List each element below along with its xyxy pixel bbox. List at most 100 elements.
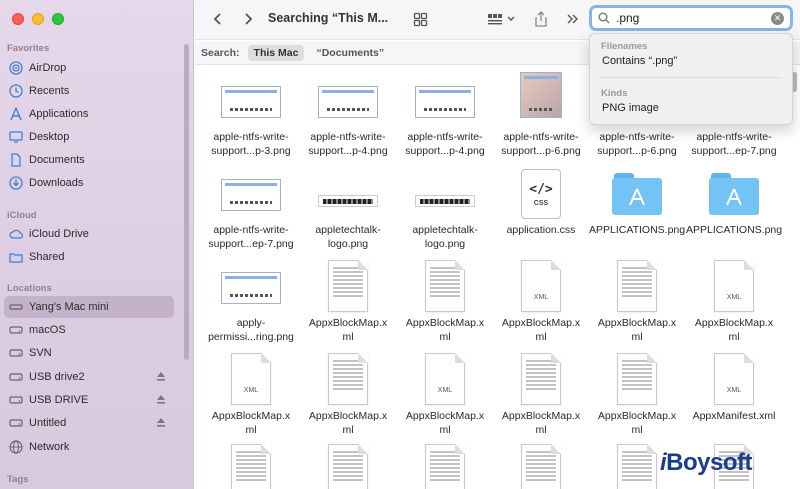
xml-file-icon: XML: [521, 260, 561, 312]
drive-icon: [9, 370, 23, 384]
minimize-window-button[interactable]: [32, 13, 44, 25]
file-name: appletechtalk-logo.png: [315, 224, 381, 250]
file-item[interactable]: [397, 444, 493, 489]
window-controls: [12, 13, 64, 25]
file-thumbnail: XML: [493, 256, 589, 312]
icon-view-button[interactable]: [409, 8, 431, 30]
file-name: apply-permissi...ring.png: [208, 317, 294, 343]
file-name: appletechtalk-logo.png: [412, 224, 478, 250]
drive-icon: [9, 323, 23, 337]
clear-search-icon[interactable]: ✕: [771, 12, 784, 25]
drive-icon: [9, 416, 23, 430]
file-name: apple-ntfs-write-support...ep-7.png: [691, 131, 777, 157]
file-item[interactable]: XML AppxBlockMap.x ml: [203, 349, 299, 437]
file-item[interactable]: apple-ntfs-write-support...p-6.png: [493, 70, 589, 158]
share-icon: [535, 11, 547, 27]
file-item[interactable]: </> CSS application.css: [493, 163, 589, 237]
file-thumbnail: [493, 349, 589, 405]
file-item[interactable]: AppxBlockMap.x ml: [493, 349, 589, 437]
sidebar-section-locations: Locations: [7, 283, 52, 294]
sidebar-item-applications[interactable]: Applications: [4, 103, 174, 125]
file-item[interactable]: [493, 444, 589, 489]
suggestion-kind-png[interactable]: PNG image: [602, 102, 659, 114]
menu-divider: [600, 77, 782, 78]
file-item[interactable]: XML AppxBlockMap.x ml: [493, 256, 589, 344]
scope-documents[interactable]: “Documents”: [310, 45, 390, 61]
share-button[interactable]: [531, 8, 551, 30]
file-item[interactable]: APPLICATIONS.png: [686, 163, 782, 237]
zoom-window-button[interactable]: [52, 13, 64, 25]
xml-file-icon: [328, 444, 368, 489]
file-item[interactable]: APPLICATIONS.png: [589, 163, 685, 237]
shared-folder-icon: [9, 250, 23, 264]
sidebar-item-usb-drive[interactable]: USB DRIVE: [4, 389, 174, 411]
eject-icon[interactable]: [156, 371, 166, 382]
file-thumbnail: [493, 444, 589, 489]
sidebar-item-documents[interactable]: Documents: [4, 149, 174, 171]
sidebar-item-label: AirDrop: [29, 62, 67, 74]
more-toolbar-button[interactable]: [565, 8, 581, 30]
file-name: AppxBlockMap.x ml: [694, 317, 774, 343]
sidebar-item-label: Desktop: [29, 131, 70, 143]
file-item[interactable]: AppxBlockMap.x ml: [300, 256, 396, 344]
file-thumbnail: [300, 349, 396, 405]
forward-button[interactable]: [237, 8, 259, 30]
file-item[interactable]: AppxBlockMap.x ml: [589, 256, 685, 344]
file-item[interactable]: AppxBlockMap.x ml: [300, 349, 396, 437]
sidebar-item-usb-drive2[interactable]: USB drive2: [4, 366, 174, 388]
close-window-button[interactable]: [12, 13, 24, 25]
sidebar-item-label: Yang's Mac mini: [29, 301, 109, 313]
file-item[interactable]: AppxBlockMap.x ml: [589, 349, 685, 437]
scope-this-mac[interactable]: This Mac: [247, 44, 305, 61]
sidebar-item-desktop[interactable]: Desktop: [4, 126, 174, 148]
search-field[interactable]: ✕: [589, 5, 793, 31]
suggestion-header-filenames: Filenames: [601, 41, 648, 52]
xml-file-icon: [617, 353, 657, 405]
file-name: apple-ntfs-write-support...p-6.png: [501, 131, 581, 157]
file-item[interactable]: [203, 444, 299, 489]
sidebar-item-label: Network: [29, 441, 70, 453]
file-thumbnail: [397, 256, 493, 312]
file-item[interactable]: apple-ntfs-write-support...p-4.png: [300, 70, 396, 158]
file-thumbnail: [300, 444, 396, 489]
file-item[interactable]: XML AppxManifest.xml: [686, 349, 782, 423]
sidebar-item-airdrop[interactable]: AirDrop: [4, 57, 174, 79]
suggestion-filename-contains[interactable]: Contains “.png”: [602, 55, 677, 67]
folder-icon: [709, 173, 759, 215]
eject-icon[interactable]: [156, 394, 166, 405]
file-item[interactable]: apply-permissi...ring.png: [203, 256, 299, 344]
file-item[interactable]: appletechtalk-logo.png: [397, 163, 493, 251]
file-item[interactable]: XML AppxBlockMap.x ml: [397, 349, 493, 437]
file-item[interactable]: apple-ntfs-write-support...ep-7.png: [203, 163, 299, 251]
back-button[interactable]: [207, 8, 229, 30]
file-name: AppxBlockMap.x ml: [211, 410, 291, 436]
file-item[interactable]: AppxBlockMap.x ml: [397, 256, 493, 344]
file-item[interactable]: [300, 444, 396, 489]
file-item[interactable]: appletechtalk-logo.png: [300, 163, 396, 251]
sidebar-item-macos[interactable]: macOS: [4, 319, 174, 341]
sidebar-item-label: USB DRIVE: [29, 394, 89, 406]
group-by-button[interactable]: [483, 8, 519, 30]
file-name: AppxBlockMap.x ml: [308, 410, 388, 436]
file-thumbnail: [203, 444, 299, 489]
sidebar-item-mac-mini[interactable]: Yang's Mac mini: [4, 296, 174, 318]
sidebar-item-label: Documents: [29, 154, 85, 166]
document-icon: [9, 153, 23, 167]
sidebar-scrollbar[interactable]: [184, 44, 189, 360]
file-thumbnail: [493, 70, 589, 126]
sidebar-item-network[interactable]: Network: [4, 436, 174, 458]
sidebar-item-label: macOS: [29, 324, 66, 336]
sidebar-item-label: SVN: [29, 347, 52, 359]
eject-icon[interactable]: [156, 417, 166, 428]
file-item[interactable]: apple-ntfs-write-support...p-3.png: [203, 70, 299, 158]
download-icon: [9, 176, 23, 190]
sidebar-item-recents[interactable]: Recents: [4, 80, 174, 102]
sidebar-item-untitled[interactable]: Untitled: [4, 412, 174, 434]
sidebar-item-downloads[interactable]: Downloads: [4, 172, 174, 194]
file-item[interactable]: apple-ntfs-write-support...p-4.png: [397, 70, 493, 158]
sidebar-item-shared[interactable]: Shared: [4, 246, 174, 268]
sidebar-item-icloud-drive[interactable]: iCloud Drive: [4, 223, 174, 245]
sidebar-item-svn[interactable]: SVN: [4, 342, 174, 364]
file-item[interactable]: XML AppxBlockMap.x ml: [686, 256, 782, 344]
search-input[interactable]: [616, 11, 756, 25]
